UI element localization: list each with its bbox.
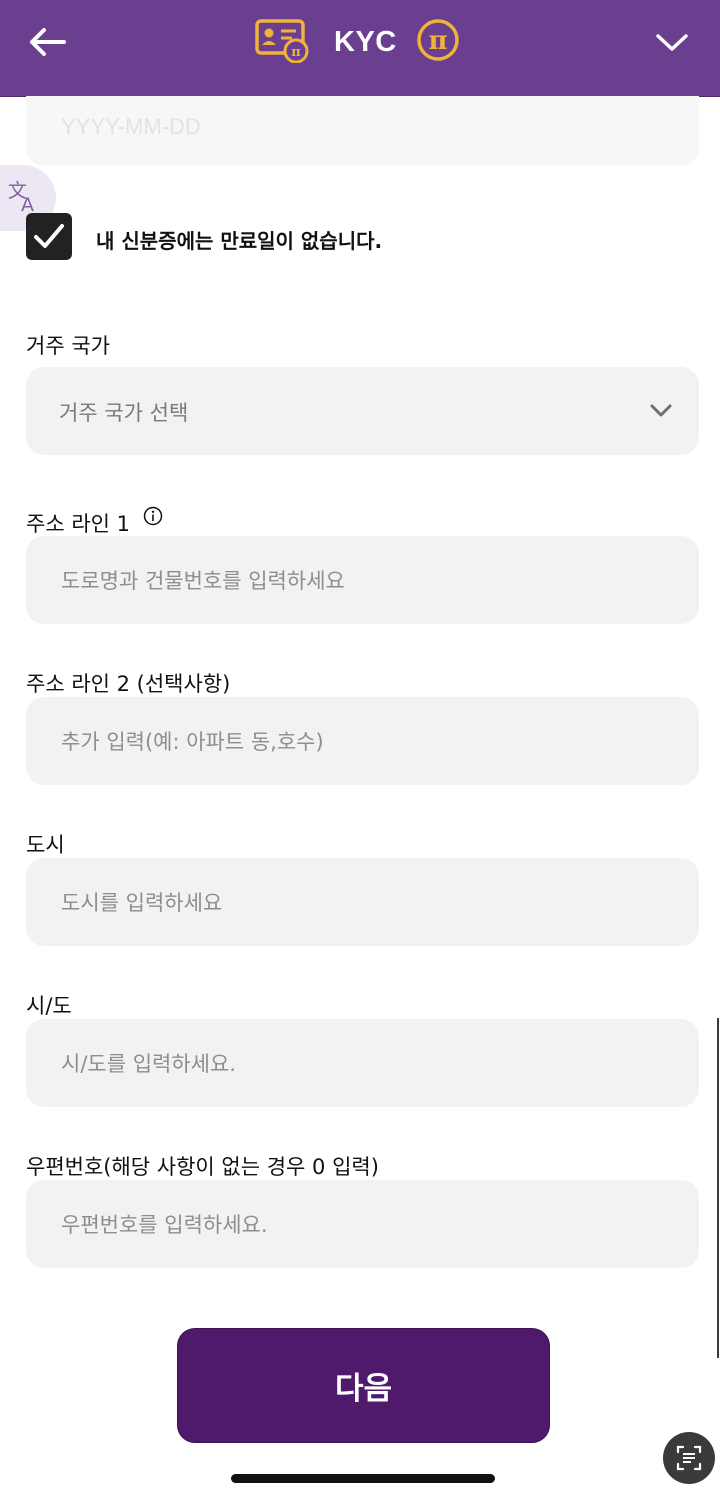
pi-coin-icon: π: [415, 17, 461, 67]
postal-label: 우편번호(해당 사항이 없는 경우 0 입력): [26, 1155, 379, 1179]
country-select-value: 거주 국가 선택: [59, 401, 189, 425]
scan-text-icon: [676, 1445, 702, 1471]
chevron-down-icon: [650, 404, 672, 417]
header-title-group: π KYC π: [254, 18, 461, 66]
scan-text-button[interactable]: [663, 1432, 715, 1484]
city-input[interactable]: [59, 882, 663, 924]
province-input[interactable]: [59, 1043, 663, 1085]
scrollbar[interactable]: [717, 1018, 719, 1358]
city-field[interactable]: [26, 858, 699, 946]
svg-text:π: π: [428, 26, 447, 56]
country-label: 거주 국가: [26, 334, 110, 358]
back-arrow-icon[interactable]: [24, 20, 72, 64]
home-indicator[interactable]: [231, 1474, 495, 1483]
no-expiry-checkbox[interactable]: [26, 213, 72, 260]
address2-label: 주소 라인 2 (선택사항): [26, 672, 231, 696]
svg-text:π: π: [291, 45, 301, 60]
no-expiry-label: 내 신분증에는 만료일이 없습니다.: [96, 229, 383, 253]
expiry-date-input[interactable]: [59, 106, 663, 148]
province-field[interactable]: [26, 1019, 699, 1107]
checkmark-icon: [34, 224, 64, 248]
chevron-down-icon[interactable]: [652, 26, 692, 58]
address2-input[interactable]: [59, 721, 663, 763]
province-label: 시/도: [26, 994, 72, 1018]
address1-input[interactable]: [59, 560, 663, 602]
info-icon[interactable]: [143, 506, 163, 526]
header-bar: π KYC π: [0, 0, 720, 97]
postal-field[interactable]: [26, 1180, 699, 1268]
id-card-icon: π: [254, 17, 310, 67]
next-button-label: 다음: [334, 1371, 393, 1407]
address2-field[interactable]: [26, 697, 699, 785]
page-title: KYC: [334, 25, 397, 58]
postal-input[interactable]: [59, 1204, 663, 1246]
city-label: 도시: [26, 833, 65, 857]
address1-field[interactable]: [26, 536, 699, 624]
expiry-date-field[interactable]: [26, 96, 699, 166]
country-select[interactable]: 거주 국가 선택: [26, 367, 699, 455]
address1-label: 주소 라인 1: [26, 512, 130, 536]
next-button[interactable]: 다음: [177, 1328, 550, 1443]
